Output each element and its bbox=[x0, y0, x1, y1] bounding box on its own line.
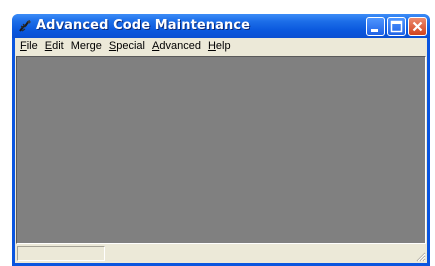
menu-merge-label: Merge bbox=[70, 40, 102, 52]
maximize-icon bbox=[390, 20, 403, 33]
resize-grip-icon[interactable] bbox=[414, 250, 426, 262]
menu-help-mnemonic: H bbox=[207, 40, 216, 52]
window-title: Advanced Code Maintenance bbox=[36, 18, 251, 33]
app-window: Advanced Code Maintenance File Edit Merg… bbox=[12, 14, 430, 266]
menu-help[interactable]: Help bbox=[205, 38, 234, 55]
menu-edit-mnemonic: E bbox=[44, 40, 53, 52]
menu-merge[interactable]: Merge bbox=[68, 38, 105, 55]
menu-advanced-label: dvanced bbox=[159, 40, 201, 52]
minimize-icon bbox=[371, 29, 378, 32]
scorpion-icon[interactable] bbox=[18, 19, 32, 33]
client-area: File Edit Merge Special Advanced Help bbox=[15, 38, 427, 263]
menu-bar: File Edit Merge Special Advanced Help bbox=[15, 38, 427, 55]
close-button[interactable] bbox=[408, 17, 427, 36]
menu-file[interactable]: File bbox=[17, 38, 41, 55]
title-bar[interactable]: Advanced Code Maintenance bbox=[12, 14, 430, 38]
status-bar bbox=[15, 244, 427, 263]
status-pane-secondary bbox=[107, 246, 411, 261]
mdi-workspace[interactable] bbox=[16, 56, 426, 244]
maximize-button[interactable] bbox=[387, 17, 406, 36]
minimize-button[interactable] bbox=[366, 17, 385, 36]
menu-advanced[interactable]: Advanced bbox=[149, 38, 204, 55]
status-pane-primary bbox=[17, 246, 105, 261]
close-icon bbox=[412, 21, 423, 32]
menu-file-mnemonic: F bbox=[20, 40, 27, 52]
menu-special[interactable]: Special bbox=[106, 38, 148, 55]
menu-special-label: pecial bbox=[116, 40, 145, 52]
menu-file-label: ile bbox=[26, 40, 38, 52]
menu-help-label: elp bbox=[215, 40, 231, 52]
menu-edit-label: dit bbox=[52, 40, 64, 52]
menu-edit[interactable]: Edit bbox=[42, 38, 67, 55]
